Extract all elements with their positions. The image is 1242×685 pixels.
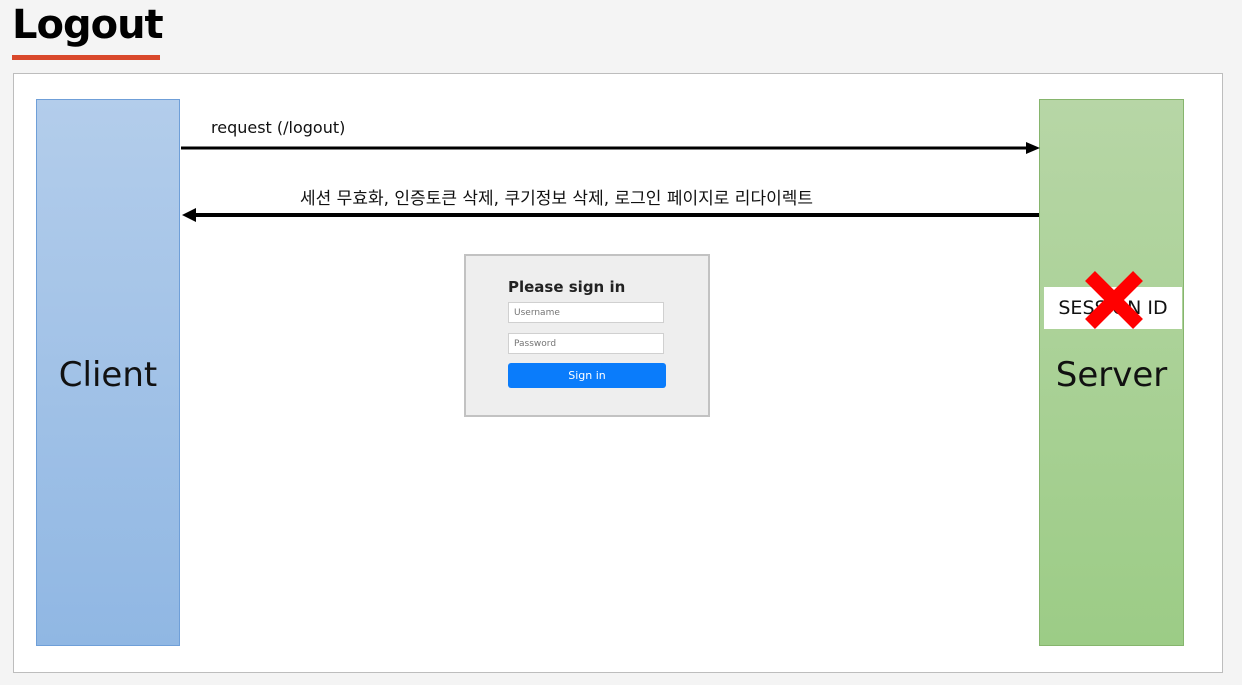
cross-icon	[1085, 271, 1143, 329]
response-label: 세션 무효화, 인증토큰 삭제, 쿠기정보 삭제, 로그인 페이지로 리다이렉트	[300, 189, 814, 209]
login-title: Please sign in	[508, 278, 626, 296]
login-form-preview: Please sign in Sign in	[464, 254, 710, 417]
response-arrow	[182, 208, 1039, 222]
username-input[interactable]	[508, 302, 664, 323]
request-label: request (/logout)	[211, 118, 346, 137]
password-input[interactable]	[508, 333, 664, 354]
sign-in-button[interactable]: Sign in	[508, 363, 666, 388]
request-arrow	[181, 142, 1040, 154]
